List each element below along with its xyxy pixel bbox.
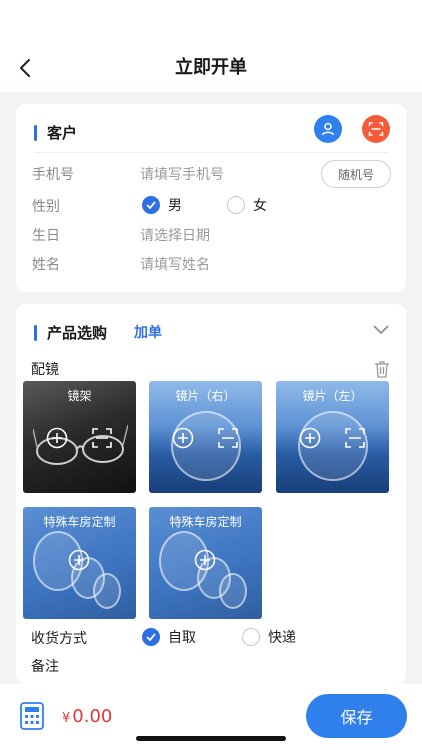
birthday-label: 生日 — [32, 228, 60, 244]
tile-label: 镜片（右） — [175, 389, 236, 403]
add-circle-icon[interactable] — [194, 549, 216, 571]
custom-lens-tile[interactable]: 特殊车房定制 — [23, 507, 136, 619]
scan-icon[interactable] — [217, 427, 239, 449]
remark-label: 备注 — [31, 659, 59, 675]
home-indicator — [136, 736, 286, 741]
total-amount: 0.00 — [72, 706, 113, 727]
product-section-header: 产品选购 — [34, 322, 107, 343]
phone-input[interactable]: 请填写手机号 — [140, 164, 224, 184]
select-customer-button[interactable] — [314, 115, 342, 143]
chevron-down-icon[interactable] — [372, 322, 390, 336]
delivery-label: 收货方式 — [31, 631, 87, 647]
trash-icon[interactable] — [374, 360, 390, 378]
frame-tile[interactable]: 镜架 — [23, 381, 136, 493]
accent-bar — [34, 124, 37, 141]
customer-section-title: 客户 — [47, 124, 78, 142]
custom-lens-tile[interactable]: 特殊车房定制 — [149, 507, 262, 619]
delivery-pickup-label: 自取 — [168, 630, 196, 646]
add-order-link[interactable]: 加单 — [134, 322, 162, 342]
lens-right-tile[interactable]: 镜片（右） — [149, 381, 262, 493]
name-label: 姓名 — [32, 257, 60, 273]
tile-label: 镜架 — [67, 389, 92, 403]
checkmark-icon — [142, 628, 160, 646]
lens-image — [219, 573, 247, 609]
customer-section-header: 客户 — [34, 122, 77, 143]
product-card: 产品选购 加单 配镜 镜架 镜片（右） 镜片（左） 特殊车房定制 特殊车房定制 … — [16, 304, 406, 684]
tile-actions — [276, 427, 389, 449]
tile-label: 特殊车房定制 — [43, 515, 116, 529]
user-icon — [321, 122, 335, 136]
gender-female-radio[interactable]: 女 — [227, 195, 267, 215]
scan-button[interactable] — [362, 115, 390, 143]
phone-label: 手机号 — [32, 167, 74, 183]
random-number-button[interactable]: 随机号 — [321, 160, 391, 188]
add-circle-icon[interactable] — [299, 427, 321, 449]
page-title: 立即开单 — [175, 57, 247, 78]
lens-image — [93, 573, 121, 609]
gender-male-radio[interactable]: 男 — [142, 195, 182, 215]
order-total: ¥0.00 — [62, 706, 112, 727]
divider — [34, 152, 388, 153]
group-title: 配镜 — [31, 362, 59, 378]
scan-icon[interactable] — [91, 427, 113, 449]
scan-icon[interactable] — [344, 427, 366, 449]
gender-male-label: 男 — [168, 198, 182, 214]
currency-symbol: ¥ — [62, 711, 71, 726]
tile-label: 特殊车房定制 — [169, 515, 242, 529]
checkmark-icon — [142, 196, 160, 214]
radio-empty-icon — [227, 196, 245, 214]
delivery-pickup-radio[interactable]: 自取 — [142, 627, 196, 647]
add-circle-icon[interactable] — [68, 549, 90, 571]
app-header: 立即开单 — [0, 0, 422, 92]
scan-icon — [368, 122, 384, 136]
calculator-icon[interactable] — [20, 702, 44, 730]
lens-left-tile[interactable]: 镜片（左） — [276, 381, 389, 493]
add-circle-icon[interactable] — [46, 427, 68, 449]
gender-female-label: 女 — [253, 198, 267, 214]
name-input[interactable]: 请填写姓名 — [140, 254, 210, 274]
tile-actions — [149, 427, 262, 449]
delivery-express-label: 快递 — [268, 630, 296, 646]
customer-card: 客户 手机号 请填写手机号 随机号 性别 男 女 生日 请选择日期 姓名 请填写… — [16, 104, 406, 292]
delivery-express-radio[interactable]: 快递 — [242, 627, 296, 647]
birthday-picker[interactable]: 请选择日期 — [140, 225, 210, 245]
tile-actions — [23, 427, 136, 449]
radio-empty-icon — [242, 628, 260, 646]
gender-label: 性别 — [32, 199, 60, 215]
add-circle-icon[interactable] — [172, 427, 194, 449]
accent-bar — [34, 324, 37, 341]
save-button[interactable]: 保存 — [306, 694, 407, 738]
tile-label: 镜片（左） — [302, 389, 363, 403]
product-section-title: 产品选购 — [47, 324, 108, 342]
